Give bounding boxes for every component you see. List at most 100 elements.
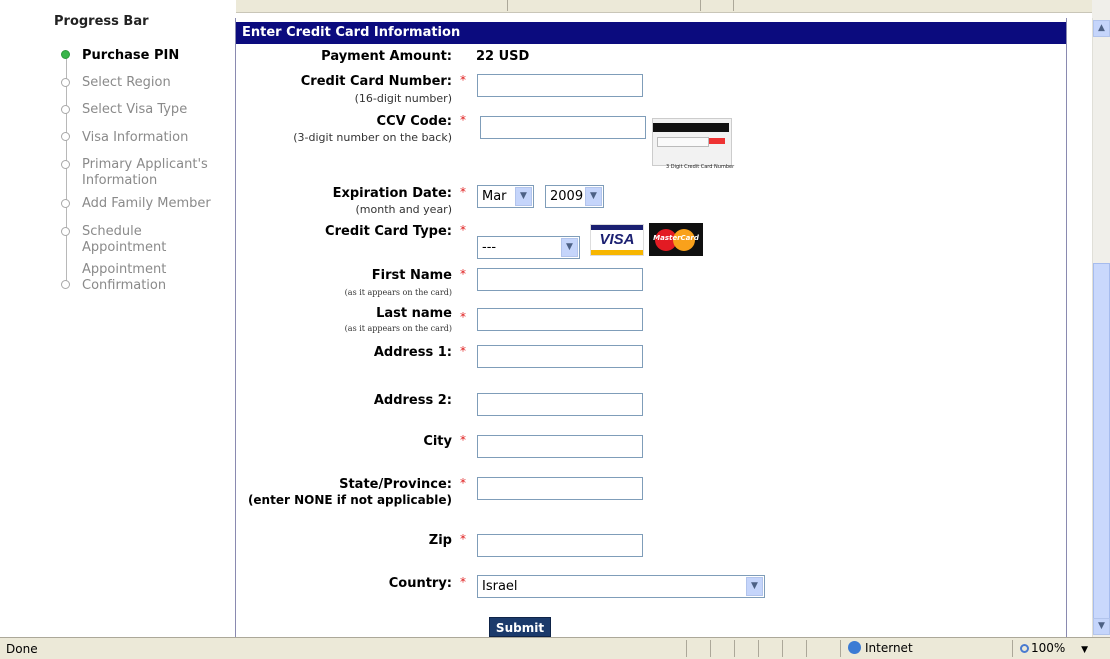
chevron-down-icon[interactable]: ▼ (746, 577, 763, 596)
address1-input[interactable] (477, 345, 643, 368)
ccv-hint: (3-digit number on the back) (293, 131, 452, 144)
status-divider (1012, 640, 1013, 657)
state-hint: (enter NONE if not applicable) (247, 493, 452, 507)
step-select-region: Select Region (82, 75, 171, 90)
step-dot (61, 105, 70, 114)
state-label: State/Province: (339, 477, 452, 492)
address1-label-wrap: Address 1: (236, 345, 452, 365)
required-mark: * (460, 113, 466, 127)
card-type-value: --- (482, 240, 497, 255)
step-schedule-appointment: Schedule Appointment (82, 224, 167, 255)
status-divider (734, 640, 735, 657)
progress-line (66, 57, 67, 285)
visa-band-top (591, 225, 643, 230)
country-label-wrap: Country: (236, 576, 452, 596)
visa-band-bottom (591, 250, 643, 255)
country-select[interactable]: Israel ▼ (477, 575, 765, 598)
payment-amount-row: Payment Amount: (236, 49, 452, 69)
required-mark: * (460, 532, 466, 546)
step-appointment-confirmation: Appointment Confirmation (82, 262, 167, 293)
cc-number-label-wrap: Credit Card Number: (236, 74, 452, 94)
step-visa-information: Visa Information (82, 130, 189, 145)
cc-number-input[interactable] (477, 74, 643, 97)
strip-divider (507, 0, 508, 11)
required-mark: * (460, 433, 466, 447)
city-label-wrap: City (236, 434, 452, 454)
required-mark: * (460, 310, 466, 324)
step-dot (61, 227, 70, 236)
payment-amount-label: Payment Amount: (321, 49, 452, 64)
vertical-scrollbar[interactable]: ▲ ▼ (1092, 18, 1110, 637)
city-input[interactable] (477, 435, 643, 458)
address2-input[interactable] (477, 393, 643, 416)
form-header: Enter Credit Card Information (236, 22, 1066, 44)
address2-label: Address 2: (373, 393, 452, 408)
status-divider (758, 640, 759, 657)
step-dot (61, 132, 70, 141)
first-name-input[interactable] (477, 268, 643, 291)
last-name-label: Last name (376, 306, 452, 321)
status-divider (840, 640, 841, 657)
zoom-level: 100% (1031, 641, 1066, 655)
visa-logo-text: VISA (599, 231, 635, 248)
strip-divider (700, 0, 701, 11)
zoom-control[interactable]: 100% ▼ (1020, 641, 1088, 655)
expiration-year-value: 2009 (550, 189, 584, 204)
card-type-label: Credit Card Type: (325, 224, 452, 239)
chevron-down-icon[interactable]: ▼ (585, 187, 602, 206)
card-back-image (652, 118, 732, 166)
first-name-label-wrap: First Name (236, 268, 452, 288)
mastercard-logo: MasterCard (649, 223, 703, 256)
step-dot (61, 199, 70, 208)
last-name-input[interactable] (477, 308, 643, 331)
last-name-label-wrap: Last name (236, 306, 452, 326)
required-mark: * (460, 344, 466, 358)
cc-number-hint: (16-digit number) (354, 92, 452, 105)
scrollbar-thumb[interactable] (1093, 263, 1110, 623)
required-mark: * (460, 267, 466, 281)
zip-input[interactable] (477, 534, 643, 557)
step-dot (61, 280, 70, 289)
card-type-label-wrap: Credit Card Type: (236, 224, 452, 244)
expiration-label: Expiration Date: (332, 186, 452, 201)
step-dot-active (61, 50, 70, 59)
cc-number-label: Credit Card Number: (300, 74, 452, 89)
country-value: Israel (482, 579, 518, 594)
address1-label: Address 1: (373, 345, 452, 360)
first-name-hint: (as it appears on the card) (344, 288, 452, 297)
expiration-month-value: Mar (482, 189, 507, 204)
ccv-label: CCV Code: (376, 114, 452, 129)
chevron-down-icon[interactable]: ▼ (515, 187, 532, 206)
city-label: City (423, 434, 452, 449)
address2-label-wrap: Address 2: (236, 393, 452, 413)
step-dot (61, 78, 70, 87)
status-divider (710, 640, 711, 657)
magnifier-icon (1020, 644, 1029, 653)
strip-divider (733, 0, 734, 11)
status-divider (782, 640, 783, 657)
globe-icon (848, 641, 861, 654)
card-type-select[interactable]: --- ▼ (477, 236, 580, 259)
step-select-visa-type: Select Visa Type (82, 102, 188, 117)
progress-panel: Progress Bar Purchase PIN Select Region … (0, 0, 236, 637)
ccv-input[interactable] (480, 116, 646, 139)
expiration-month-select[interactable]: Mar ▼ (477, 185, 534, 208)
zone-label: Internet (865, 641, 913, 655)
scroll-up-icon[interactable]: ▲ (1093, 20, 1110, 37)
scroll-down-icon[interactable]: ▼ (1093, 618, 1110, 635)
mastercard-logo-text: MasterCard (653, 234, 699, 242)
submit-button[interactable]: Submit (489, 617, 551, 637)
visa-logo: VISA (590, 224, 644, 256)
step-dot (61, 160, 70, 169)
last-name-hint: (as it appears on the card) (344, 324, 452, 333)
required-mark: * (460, 73, 466, 87)
required-mark: * (460, 185, 466, 199)
chevron-down-icon[interactable]: ▼ (561, 238, 578, 257)
chevron-down-icon[interactable]: ▼ (1081, 645, 1088, 655)
status-divider (806, 640, 807, 657)
progress-title: Progress Bar (54, 14, 149, 29)
state-input[interactable] (477, 477, 643, 500)
expiration-year-select[interactable]: 2009 ▼ (545, 185, 604, 208)
scrollbar-corner (1092, 0, 1110, 18)
step-purchase-pin: Purchase PIN (82, 48, 180, 63)
